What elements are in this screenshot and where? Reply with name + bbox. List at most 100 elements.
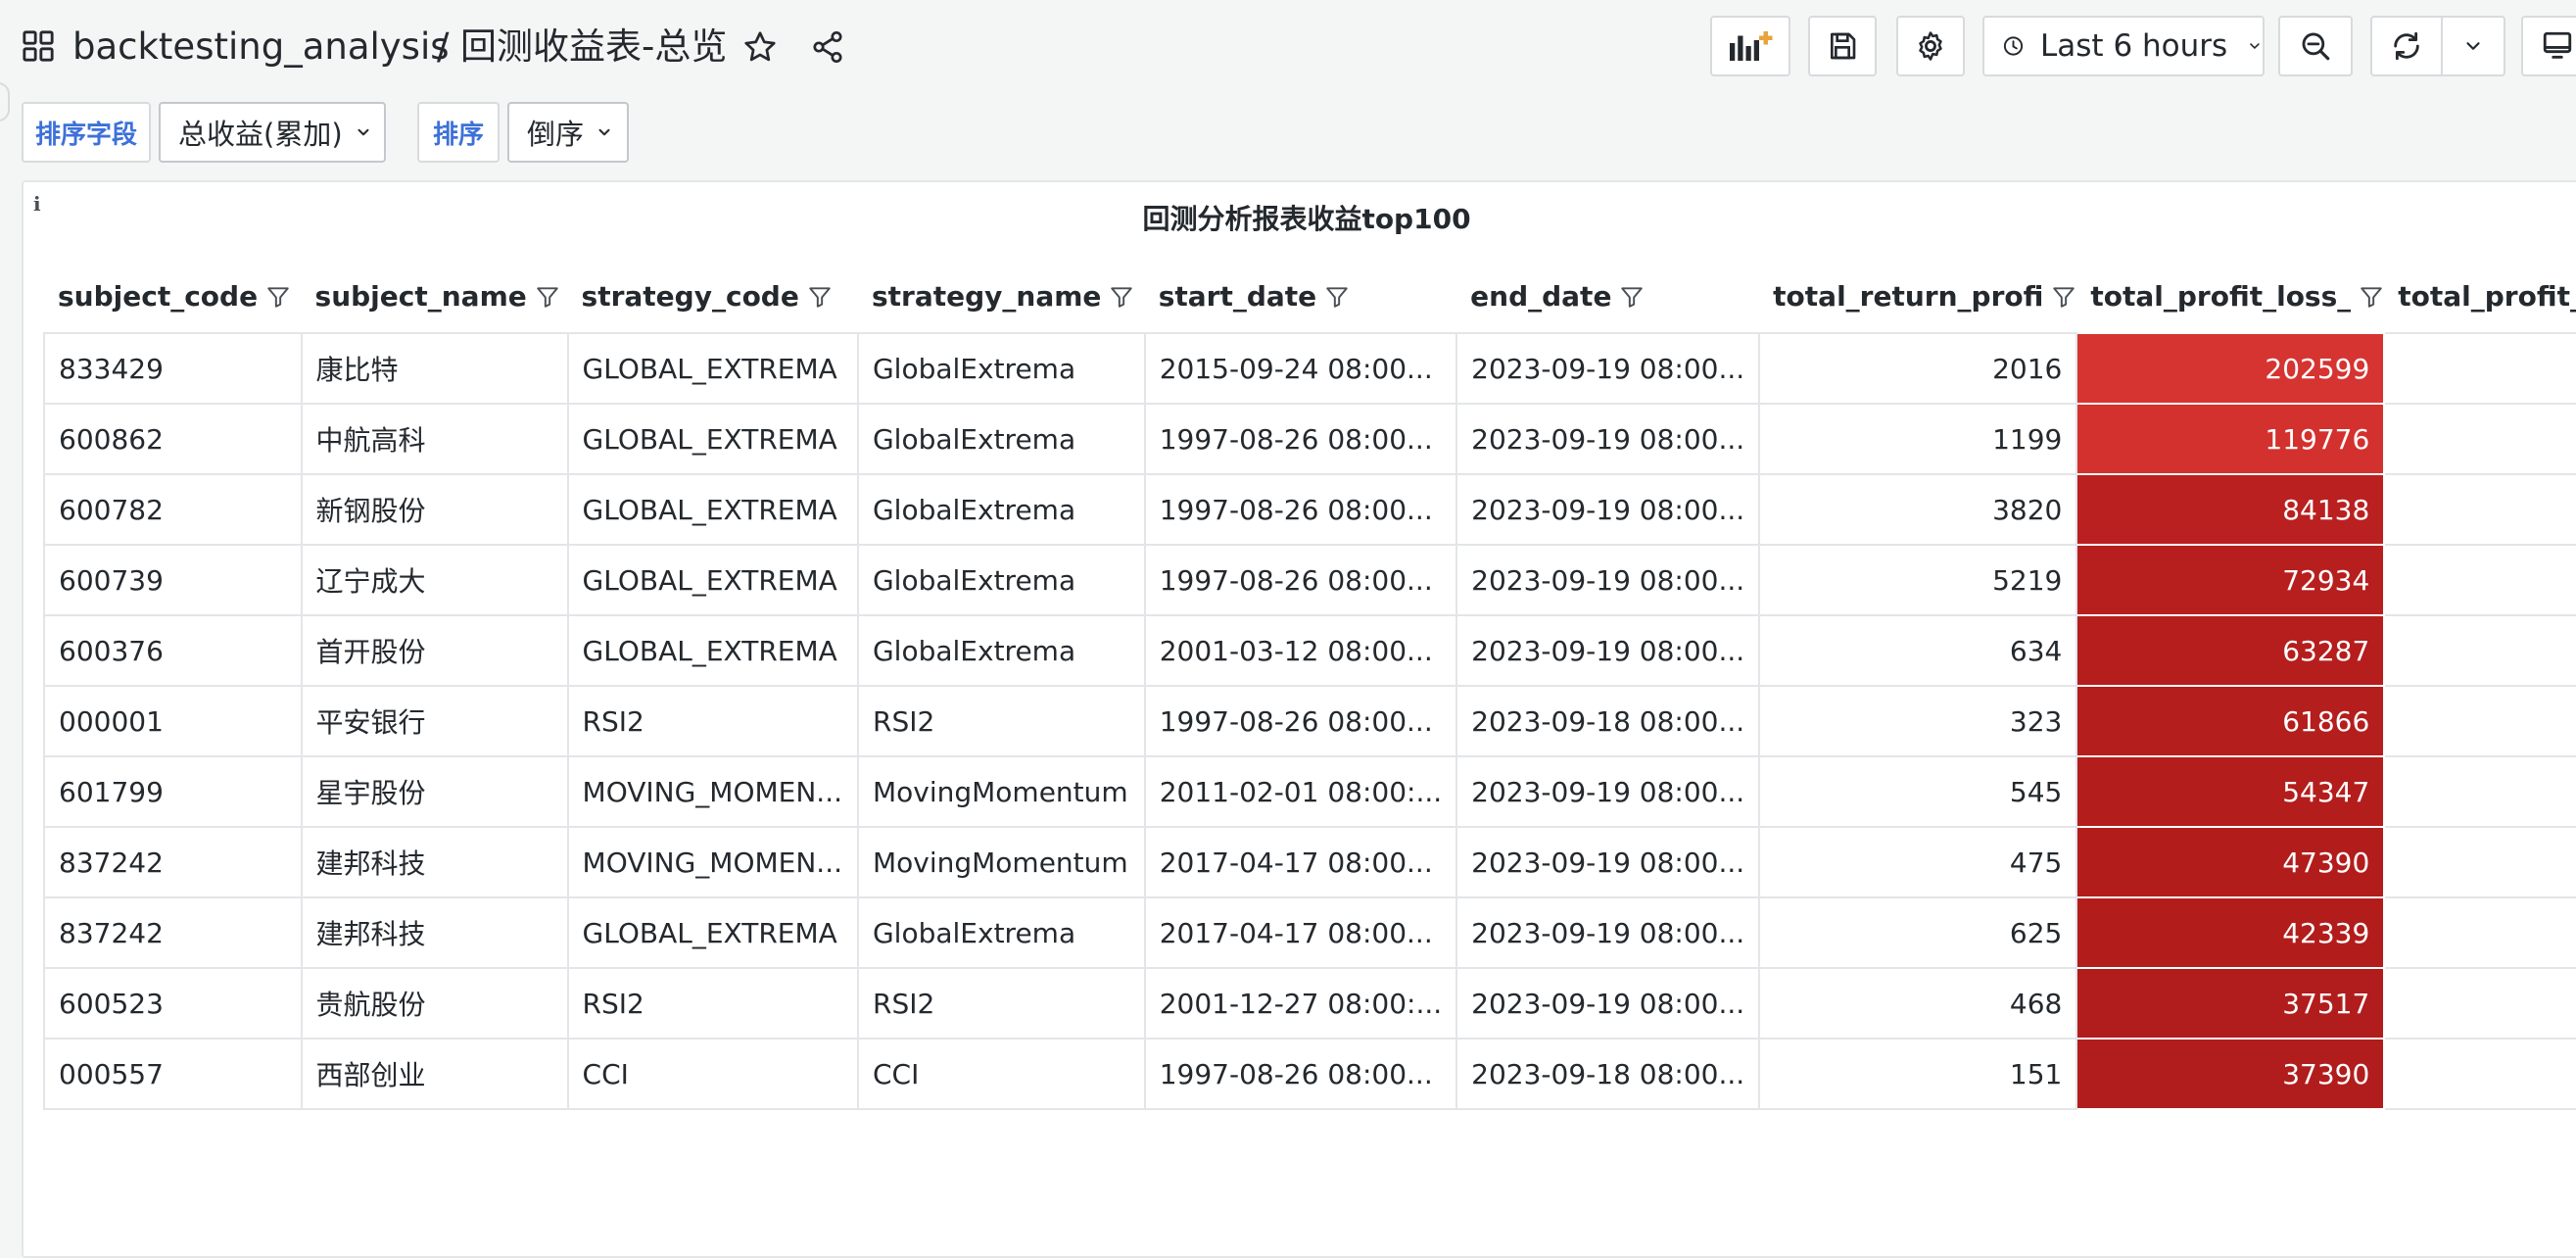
table-row[interactable]: 837242 建邦科技 MOVING_MOMEN... MovingMomentum 2… [43, 826, 2576, 898]
time-range-picker[interactable]: Last 6 hours [1982, 16, 2265, 76]
table-row[interactable]: 000557 西部创业 CCI CCI 1997-08-26 08:00... 2023-… [43, 1038, 2576, 1110]
table-cell-end_date: 2023-09-19 08:00... [1455, 403, 1761, 475]
table-cell-total_profit [2383, 755, 2576, 828]
table-cell-subject_name: 平安银行 [300, 685, 569, 757]
table-row[interactable]: 600376 首开股份 GLOBAL_EXTREMA GlobalExtrema 200… [43, 614, 2576, 687]
breadcrumb-folder[interactable]: backtesting_analysis [72, 20, 450, 74]
table-cell-total_profit [2383, 614, 2576, 687]
table-row[interactable]: 833429 康比特 GLOBAL_EXTREMA GlobalExtrema 2015… [43, 332, 2576, 405]
column-header-content: total_return_profi [1773, 280, 2076, 313]
table-row[interactable]: 600739 辽宁成大 GLOBAL_EXTREMA GlobalExtrema 199… [43, 544, 2576, 616]
sort-field-variable-label: 排序字段 [22, 102, 151, 163]
table-cell-start_date: 2011-02-01 08:00:... [1143, 755, 1458, 828]
table-cell-total_profit_loss: 202599 [2075, 332, 2386, 405]
refresh-button[interactable] [2370, 16, 2443, 76]
table-cell-subject_code: 000001 [43, 685, 303, 757]
share-icon[interactable] [810, 29, 845, 65]
column-header-strategy_name[interactable]: strategy_name [858, 261, 1145, 333]
table-row[interactable]: 601799 星宇股份 MOVING_MOMEN... MovingMomentum 2… [43, 755, 2576, 828]
column-header-content: total_profit_ [2398, 280, 2576, 313]
save-dashboard-button[interactable] [1808, 16, 1877, 76]
table-cell-end_date: 2023-09-18 08:00... [1455, 685, 1761, 757]
table-cell-end_date: 2023-09-19 08:00... [1455, 544, 1761, 616]
column-header-label: start_date [1158, 280, 1317, 313]
column-header-end_date[interactable]: end_date [1456, 261, 1759, 333]
table-cell-subject_code: 600523 [43, 967, 303, 1040]
column-header-label: total_profit_loss_ [2090, 280, 2352, 313]
table-cell-total_return_profi: 3820 [1758, 473, 2078, 546]
table-header-row: subject_code subject_name strategy_code str… [44, 261, 2576, 333]
column-header-subject_name[interactable]: subject_name [302, 261, 568, 333]
table-row[interactable]: 000001 平安银行 RSI2 RSI2 1997-08-26 08:00... 202… [43, 685, 2576, 757]
refresh-interval-dropdown[interactable] [2441, 16, 2505, 76]
dashboard-title[interactable]: 回测收益表-总览 [460, 20, 727, 74]
table-cell-total_return_profi: 1199 [1758, 403, 2078, 475]
table-cell-subject_name: 康比特 [300, 332, 569, 405]
column-header-total_profit_loss[interactable]: total_profit_loss_ [2076, 261, 2384, 333]
table-cell-end_date: 2023-09-19 08:00... [1455, 614, 1761, 687]
table-container: subject_code subject_name strategy_code str… [43, 261, 2576, 1110]
filter-icon[interactable] [1324, 284, 1350, 310]
chevron-down-icon [2466, 42, 2480, 50]
column-header-label: subject_code [58, 280, 259, 313]
table-cell-end_date: 2023-09-19 08:00... [1455, 755, 1761, 828]
table-cell-strategy_name: MovingMomentum [856, 755, 1146, 828]
sort-field-value: 总收益(累加) [178, 118, 343, 151]
filter-icon[interactable] [2359, 284, 2384, 310]
table-cell-strategy_code: GLOBAL_EXTREMA [566, 896, 859, 969]
table-cell-end_date: 2023-09-19 08:00... [1455, 967, 1761, 1040]
chevron-down-icon [358, 128, 369, 136]
filter-icon[interactable] [1109, 284, 1134, 310]
table-cell-start_date: 1997-08-26 08:00... [1143, 473, 1458, 546]
sort-order-value: 倒序 [527, 118, 585, 151]
star-icon[interactable] [742, 29, 778, 65]
column-header-total_profit[interactable]: total_profit_ [2384, 261, 2576, 333]
table-cell-total_profit_loss: 42339 [2075, 896, 2386, 969]
chevron-down-icon [2250, 43, 2260, 49]
column-header-subject_code[interactable]: subject_code [44, 261, 302, 333]
table-row[interactable]: 600862 中航高科 GLOBAL_EXTREMA GlobalExtrema 199… [43, 403, 2576, 475]
column-header-label: strategy_code [581, 280, 799, 313]
add-panel-button[interactable] [1710, 16, 1790, 76]
table-cell-subject_name: 建邦科技 [300, 826, 569, 898]
kiosk-mode-button[interactable] [2521, 16, 2576, 76]
table-cell-strategy_name: GlobalExtrema [856, 896, 1146, 969]
table-cell-end_date: 2023-09-19 08:00... [1455, 473, 1761, 546]
filter-icon[interactable] [265, 284, 291, 310]
column-header-start_date[interactable]: start_date [1145, 261, 1456, 333]
dashboard-settings-button[interactable] [1896, 16, 1965, 76]
sort-order-select[interactable]: 倒序 [507, 102, 629, 163]
table-cell-strategy_code: GLOBAL_EXTREMA [566, 332, 859, 405]
zoom-out-time-button[interactable] [2278, 16, 2353, 76]
table-row[interactable]: 600782 新钢股份 GLOBAL_EXTREMA GlobalExtrema 199… [43, 473, 2576, 546]
table-cell-strategy_name: CCI [856, 1038, 1146, 1110]
table-cell-start_date: 1997-08-26 08:00... [1143, 403, 1458, 475]
sidebar-toggle[interactable] [0, 82, 10, 121]
sort-field-select[interactable]: 总收益(累加) [159, 102, 386, 163]
add-panel-icon [1730, 31, 1773, 61]
table-cell-strategy_code: RSI2 [566, 967, 859, 1040]
table-row[interactable]: 600523 贵航股份 RSI2 RSI2 2001-12-27 08:00:... 20… [43, 967, 2576, 1040]
filter-icon[interactable] [2051, 284, 2076, 310]
table-cell-total_return_profi: 5219 [1758, 544, 2078, 616]
table-panel: i 回测分析报表收益top100 subject_code subject_nam… [22, 180, 2576, 1258]
column-header-total_return_profi[interactable]: total_return_profi [1759, 261, 2076, 333]
table-cell-subject_name: 建邦科技 [300, 896, 569, 969]
filter-icon[interactable] [1619, 284, 1645, 310]
table-row[interactable]: 837242 建邦科技 GLOBAL_EXTREMA GlobalExtrema 201… [43, 896, 2576, 969]
table-cell-total_profit [2383, 473, 2576, 546]
filter-icon[interactable] [535, 284, 560, 310]
filter-icon[interactable] [807, 284, 833, 310]
table-cell-total_return_profi: 545 [1758, 755, 2078, 828]
table-cell-subject_code: 837242 [43, 896, 303, 969]
panel-title[interactable]: 回测分析报表收益top100 [24, 198, 2576, 237]
table-cell-subject_name: 中航高科 [300, 403, 569, 475]
table-cell-total_profit [2383, 403, 2576, 475]
table-cell-total_profit_loss: 37390 [2075, 1038, 2386, 1110]
apps-grid-icon[interactable] [22, 29, 55, 63]
column-header-strategy_code[interactable]: strategy_code [568, 261, 858, 333]
sort-order-variable-label: 排序 [417, 102, 500, 163]
table-cell-strategy_code: GLOBAL_EXTREMA [566, 473, 859, 546]
table-cell-subject_name: 新钢股份 [300, 473, 569, 546]
chevron-down-icon [598, 128, 610, 136]
